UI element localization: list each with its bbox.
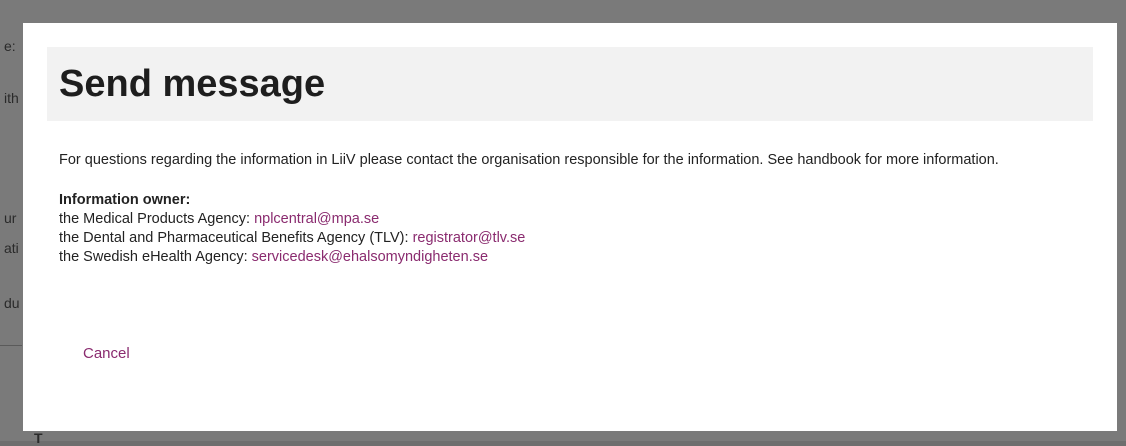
owner-label: the Dental and Pharmaceutical Benefits A… bbox=[59, 230, 413, 246]
background-text-fragment: T bbox=[34, 430, 43, 446]
information-owner-heading: Information owner: bbox=[59, 192, 191, 208]
intro-text: For questions regarding the information … bbox=[59, 152, 999, 168]
background-text-fragment: ati bbox=[4, 240, 19, 256]
background-text-fragment: ur bbox=[4, 210, 17, 226]
background-text-fragment: ith bbox=[4, 90, 19, 106]
dialog-body: For questions regarding the information … bbox=[59, 151, 1089, 267]
owner-line-mpa: the Medical Products Agency: nplcentral@… bbox=[59, 210, 1089, 229]
dialog-title: Send message bbox=[59, 63, 326, 105]
email-link-tlv[interactable]: registrator@tlv.se bbox=[413, 230, 526, 246]
owner-line-ehealth: the Swedish eHealth Agency: servicedesk@… bbox=[59, 248, 1089, 267]
owner-label: the Swedish eHealth Agency: bbox=[59, 249, 252, 265]
send-message-dialog: Send message For questions regarding the… bbox=[23, 23, 1117, 431]
owner-line-tlv: the Dental and Pharmaceutical Benefits A… bbox=[59, 229, 1089, 248]
email-link-mpa[interactable]: nplcentral@mpa.se bbox=[254, 211, 379, 227]
email-link-ehealth[interactable]: servicedesk@ehalsomyndigheten.se bbox=[252, 249, 488, 265]
owner-label: the Medical Products Agency: bbox=[59, 211, 255, 227]
background-text-fragment: du bbox=[4, 295, 20, 311]
cancel-button[interactable]: Cancel bbox=[73, 341, 140, 366]
dialog-header: Send message bbox=[47, 47, 1093, 121]
background-text-fragment: e: bbox=[4, 38, 16, 54]
background-divider bbox=[0, 345, 22, 346]
